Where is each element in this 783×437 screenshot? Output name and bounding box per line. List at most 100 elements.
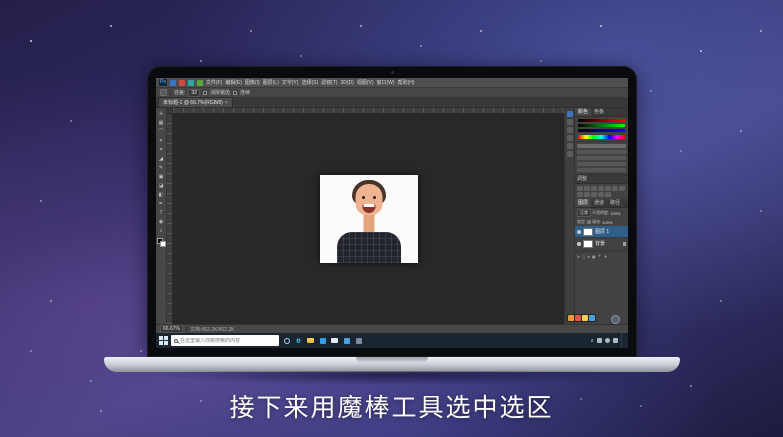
layer-row[interactable]: 背景 [575, 238, 628, 250]
network-icon[interactable] [597, 338, 602, 343]
dock-panel-icon[interactable] [566, 119, 573, 125]
capture-toolbar-icon[interactable] [589, 315, 595, 321]
layer-row[interactable]: 图层 1 [575, 226, 628, 238]
history-row[interactable] [577, 162, 626, 166]
opacity-value[interactable]: 100% [610, 211, 620, 216]
pen-tool-icon[interactable]: ✒ [157, 200, 166, 208]
adjustment-icon[interactable] [612, 186, 618, 191]
menu-select[interactable]: 选择(S) [301, 79, 318, 86]
show-desktop-button[interactable] [621, 333, 623, 348]
visibility-eye-icon[interactable] [577, 241, 581, 246]
type-tool-icon[interactable]: T [157, 209, 166, 217]
contiguous-checkbox[interactable] [232, 90, 237, 95]
dock-panel-icon[interactable] [566, 127, 573, 133]
layer-mask-icon[interactable]: ◻ [582, 254, 585, 259]
tab-color[interactable]: 颜色 [575, 108, 592, 116]
tab-swatches[interactable]: 色板 [591, 108, 607, 116]
history-row[interactable] [577, 168, 626, 172]
layer-group-icon[interactable]: ▣ [592, 254, 596, 259]
file-explorer-icon[interactable] [306, 336, 315, 346]
mail-icon[interactable] [330, 336, 339, 346]
menu-filter[interactable]: 滤镜(T) [321, 79, 337, 86]
document-tab[interactable]: 未标题-1 @ 66.7%(RGB/8) × [158, 97, 233, 107]
red-slider[interactable] [578, 119, 625, 122]
adjustment-icon[interactable] [584, 186, 590, 191]
adjustment-icon[interactable] [584, 192, 590, 197]
menu-file[interactable]: 文件(F) [206, 79, 222, 86]
search-input[interactable] [180, 337, 276, 344]
tray-expand-icon[interactable]: ∧ [590, 338, 594, 344]
brush-tool-icon[interactable]: ✎ [157, 164, 166, 172]
zoom-level-field[interactable]: 66.67% [160, 325, 183, 333]
capture-toolbar-icon[interactable] [582, 315, 588, 321]
background-color-swatch[interactable] [159, 241, 166, 247]
delete-layer-icon[interactable]: ▼ [604, 254, 608, 259]
tab-layers[interactable]: 图层 [575, 199, 592, 207]
menu-help[interactable]: 帮助(H) [398, 79, 415, 86]
hand-tool-icon[interactable]: ◉ [157, 218, 166, 226]
dock-panel-icon[interactable] [566, 135, 573, 141]
crop-tool-icon[interactable]: ⌗ [157, 146, 166, 154]
marquee-tool-icon[interactable]: ▦ [157, 119, 166, 127]
tab-paths[interactable]: 路径 [607, 199, 623, 207]
adjustment-icon[interactable] [591, 192, 597, 197]
gradient-tool-icon[interactable]: ◧ [157, 191, 166, 199]
history-row[interactable] [577, 144, 626, 148]
menu-edit[interactable]: 编辑(E) [225, 79, 242, 86]
menu-3d[interactable]: 3D(D) [341, 80, 354, 86]
tool-preset-icon[interactable] [160, 89, 167, 96]
volume-icon[interactable] [605, 338, 610, 343]
menu-image[interactable]: 图像(I) [245, 79, 260, 86]
menu-view[interactable]: 视图(V) [357, 79, 374, 86]
adjustment-icon[interactable] [598, 192, 604, 197]
canvas[interactable] [167, 108, 564, 324]
menu-type[interactable]: 文字(Y) [282, 79, 299, 86]
adjustment-layer-icon[interactable]: ● [587, 254, 589, 259]
dock-panel-icon[interactable] [566, 143, 573, 149]
store-icon[interactable] [318, 336, 327, 346]
recorder-badge-icon[interactable] [611, 315, 620, 324]
app-bar-icon[interactable] [169, 79, 176, 86]
zoom-tool-icon[interactable]: ⌕ [157, 227, 166, 235]
lock-icon[interactable] [587, 220, 592, 224]
capture-toolbar-icon[interactable] [575, 315, 581, 321]
tolerance-input[interactable]: 32 [188, 88, 200, 97]
move-tool-icon[interactable]: ✛ [157, 110, 166, 118]
app-bar-icon[interactable] [196, 79, 203, 86]
dock-panel-icon[interactable] [566, 151, 573, 157]
tab-channels[interactable]: 通道 [591, 199, 607, 207]
app-bar-icon[interactable] [178, 79, 185, 86]
photos-app-icon[interactable] [342, 336, 351, 346]
foreground-background-swatches[interactable] [156, 238, 166, 247]
capture-toolbar-icon[interactable] [568, 315, 574, 321]
lasso-tool-icon[interactable]: ⌒ [157, 128, 166, 136]
eyedropper-tool-icon[interactable]: ◢ [157, 155, 166, 163]
menu-window[interactable]: 窗口(W) [377, 79, 395, 86]
document-image[interactable] [319, 175, 418, 263]
fill-value[interactable]: 100% [602, 220, 612, 225]
adjustment-icon[interactable] [605, 186, 611, 191]
app-bar-icon[interactable] [187, 79, 194, 86]
eraser-tool-icon[interactable]: ◪ [157, 182, 166, 190]
layer-fx-icon[interactable]: fx [577, 254, 580, 259]
app-icon[interactable] [354, 336, 363, 346]
close-tab-icon[interactable]: × [225, 100, 228, 106]
new-layer-icon[interactable]: ＋ [598, 253, 602, 259]
adjustment-icon[interactable] [598, 186, 604, 191]
adjustment-icon[interactable] [577, 186, 583, 191]
anti-alias-checkbox[interactable] [202, 90, 207, 95]
history-row[interactable] [577, 156, 626, 160]
edge-browser-icon[interactable]: e [294, 336, 303, 346]
adjustment-icon[interactable] [605, 192, 611, 197]
blend-mode-select[interactable]: 正常 [577, 209, 591, 217]
adjustment-icon[interactable] [591, 186, 597, 191]
blue-slider[interactable] [578, 129, 625, 132]
adjustment-icon[interactable] [619, 186, 625, 191]
green-slider[interactable] [578, 124, 625, 127]
taskbar-search[interactable] [171, 335, 279, 346]
menu-layer[interactable]: 图层(L) [263, 79, 279, 86]
cortana-icon[interactable] [282, 336, 291, 346]
color-spectrum[interactable] [578, 135, 625, 139]
dock-panel-icon[interactable] [566, 111, 573, 117]
magic-wand-tool-icon[interactable]: ✶ [157, 137, 166, 145]
